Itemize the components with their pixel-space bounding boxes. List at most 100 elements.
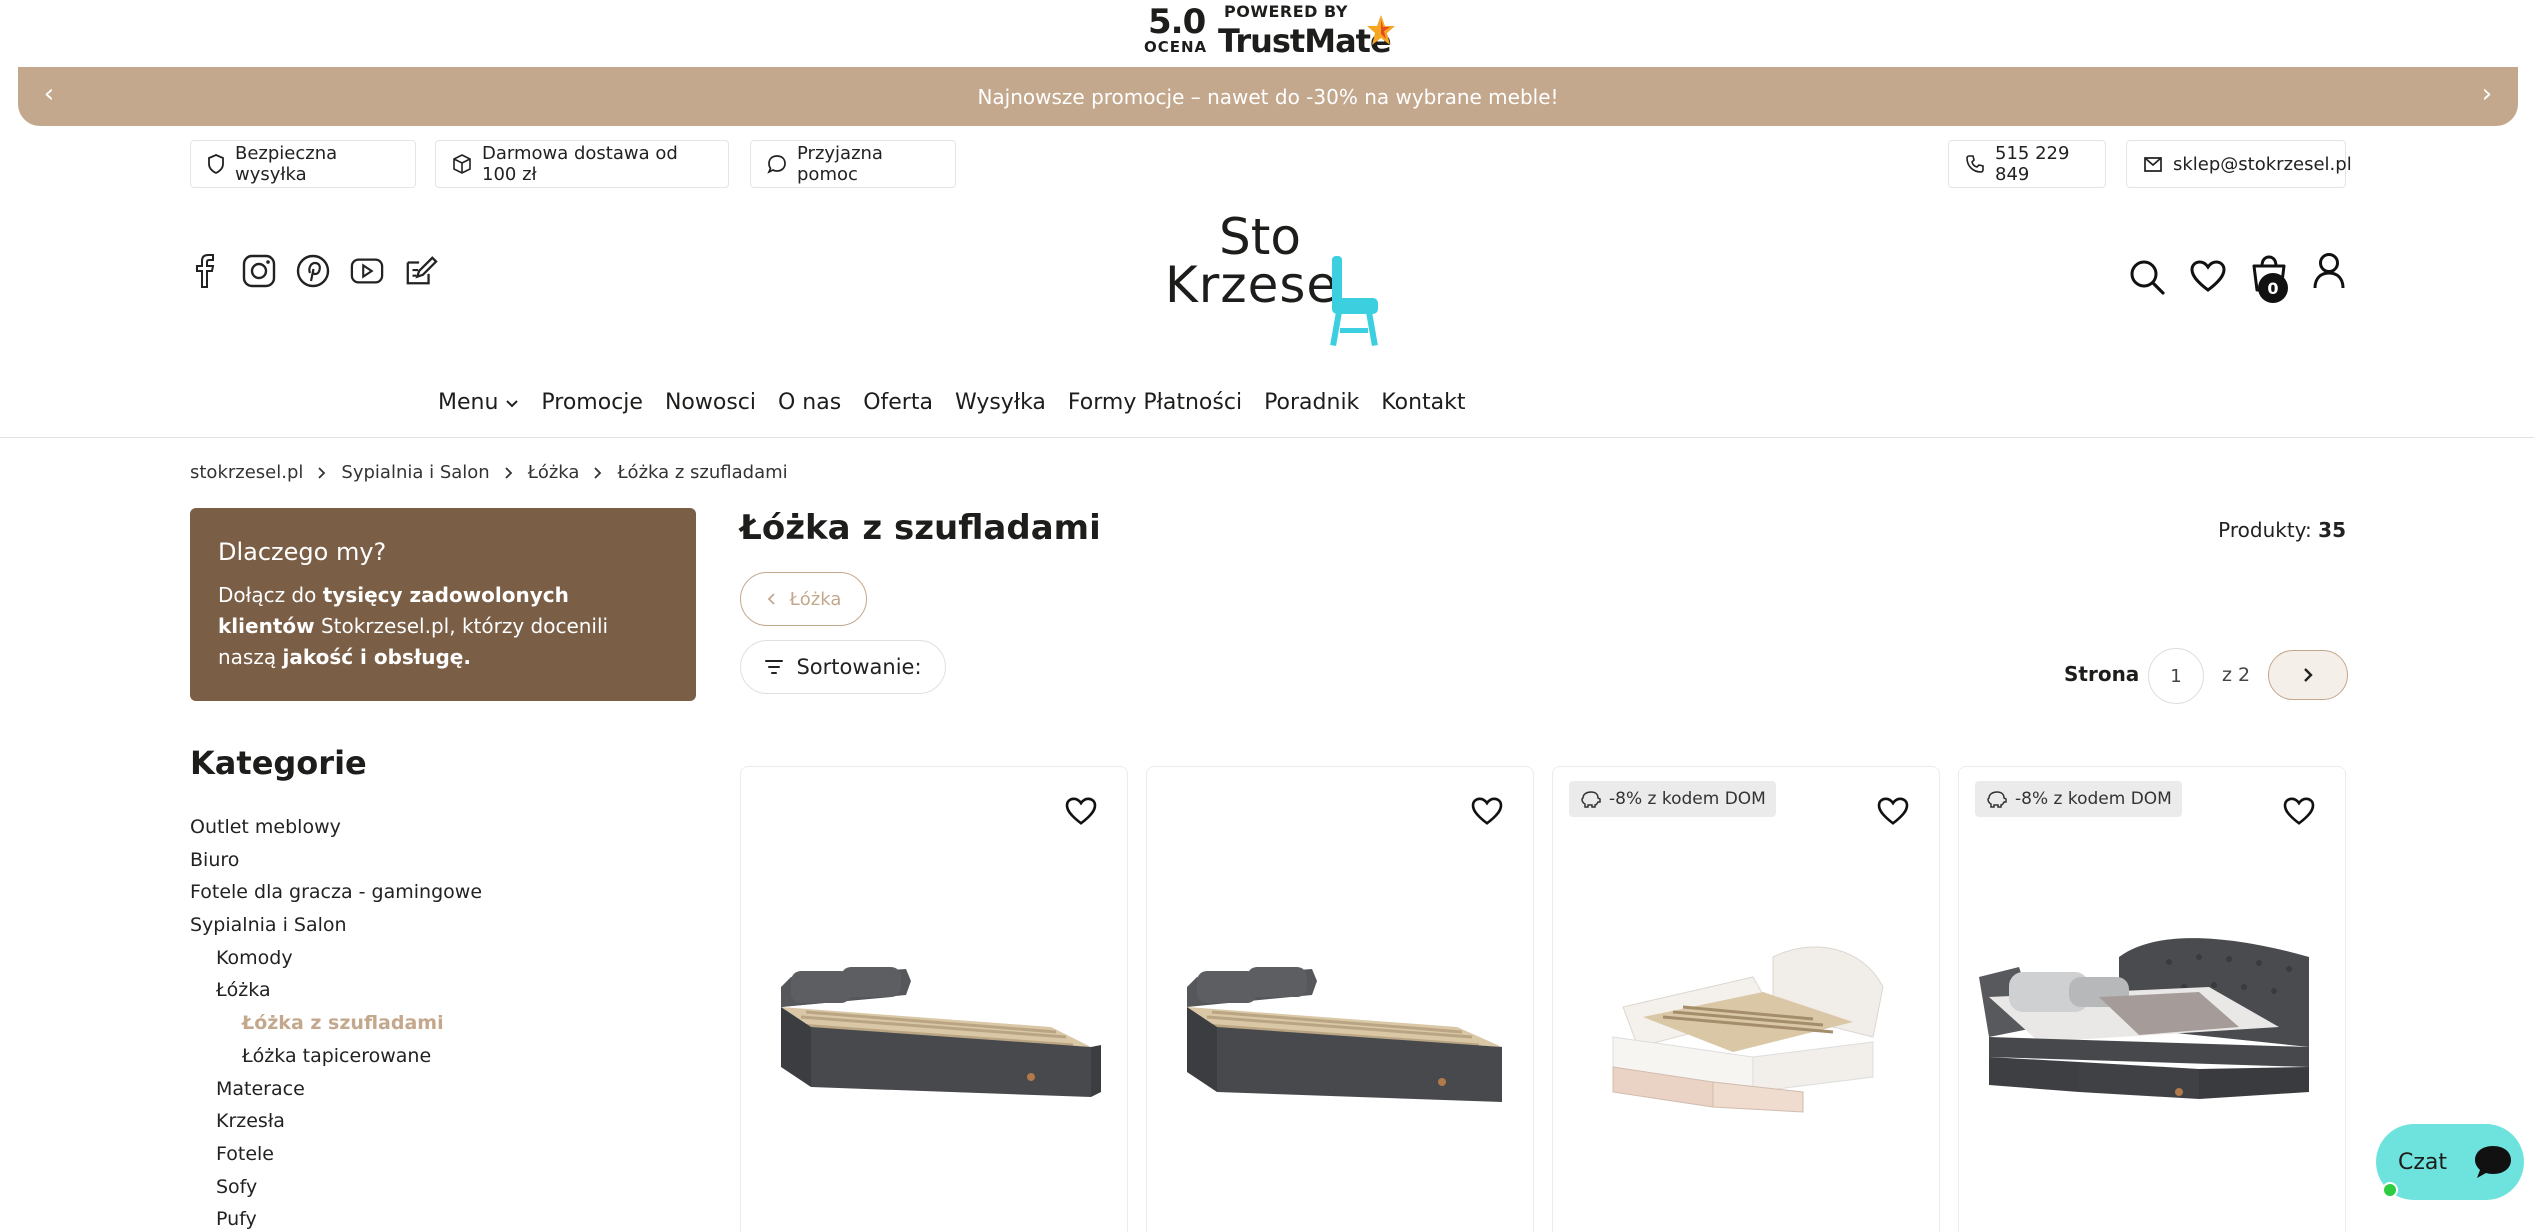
phone-icon bbox=[1966, 155, 1984, 173]
powered-by-label: POWERED BY bbox=[1224, 2, 1348, 21]
sort-button[interactable]: Sortowanie: bbox=[740, 640, 946, 694]
nav-item-nowosci[interactable]: Nowosci bbox=[665, 390, 756, 415]
search-icon[interactable] bbox=[2128, 258, 2166, 296]
pinterest-icon[interactable] bbox=[296, 252, 330, 290]
phone-number: 515 229 849 bbox=[1995, 143, 2070, 185]
chat-bubble-icon bbox=[767, 155, 786, 174]
discount-tag-text: -8% z kodem DOM bbox=[1609, 789, 1766, 809]
category-item[interactable]: Krzesła bbox=[190, 1108, 482, 1141]
nav-item-promocje[interactable]: Promocje bbox=[541, 390, 643, 415]
free-delivery-pill: Darmowa dostawa od 100 zł bbox=[435, 140, 729, 188]
chevron-right-icon bbox=[318, 466, 326, 479]
total-pages: z 2 bbox=[2222, 664, 2251, 686]
next-page-button[interactable] bbox=[2268, 650, 2348, 700]
breadcrumb-current: Łóżka z szufladami bbox=[617, 462, 788, 483]
category-item[interactable]: Łóżka bbox=[190, 977, 482, 1010]
back-to-parent-button[interactable]: Łóżka bbox=[740, 572, 867, 626]
breadcrumb-item[interactable]: Sypialnia i Salon bbox=[341, 462, 489, 483]
nav-menu-label: Menu bbox=[438, 390, 499, 415]
category-item[interactable]: Pufy bbox=[190, 1206, 482, 1232]
chat-bubble-icon bbox=[2475, 1146, 2512, 1178]
online-status-dot bbox=[2382, 1182, 2398, 1198]
page-label: Strona bbox=[2064, 662, 2140, 686]
free-delivery-label: Darmowa dostawa od 100 zł bbox=[482, 143, 678, 185]
blog-icon[interactable] bbox=[404, 252, 438, 290]
secure-shipping-pill: Bezpieczna wysyłka bbox=[190, 140, 416, 188]
promo-next-button[interactable]: › bbox=[2472, 79, 2502, 109]
account-icon[interactable] bbox=[2312, 252, 2346, 290]
site-logo[interactable]: Sto Krzese bbox=[1165, 208, 1385, 348]
discount-tag: -8% z kodem DOM bbox=[1975, 781, 2182, 817]
promo-text[interactable]: Najnowsze promocje – nawet do -30% na wy… bbox=[18, 85, 2518, 109]
chat-widget-button[interactable]: Czat bbox=[2376, 1124, 2524, 1200]
rating-score: 5.0 bbox=[1148, 2, 1206, 42]
product-image[interactable] bbox=[1573, 917, 1923, 1137]
product-image[interactable] bbox=[1979, 917, 2329, 1137]
youtube-icon[interactable] bbox=[350, 252, 384, 290]
instagram-icon[interactable] bbox=[242, 252, 276, 290]
nav-item-o-nas[interactable]: O nas bbox=[778, 390, 841, 415]
why-us-text-part: Dołącz do bbox=[218, 583, 323, 607]
page-number-input[interactable]: 1 bbox=[2148, 648, 2204, 704]
nav-item-kontakt[interactable]: Kontakt bbox=[1381, 390, 1465, 415]
product-count-value: 35 bbox=[2318, 518, 2346, 542]
secure-shipping-label: Bezpieczna wysyłka bbox=[235, 143, 338, 185]
chat-label: Czat bbox=[2398, 1149, 2448, 1175]
wishlist-heart-icon[interactable] bbox=[1471, 797, 1503, 825]
chevron-right-icon bbox=[2304, 668, 2313, 682]
chair-logo-icon bbox=[1330, 256, 1378, 347]
phone-pill[interactable]: 515 229 849 bbox=[1948, 140, 2106, 188]
breadcrumb-item[interactable]: Łóżka bbox=[528, 462, 580, 483]
product-card[interactable] bbox=[1146, 766, 1534, 1232]
product-card[interactable]: -8% z kodem DOM bbox=[1958, 766, 2346, 1232]
category-item[interactable]: Materace bbox=[190, 1076, 482, 1109]
why-us-title: Dlaczego my? bbox=[218, 538, 387, 566]
wishlist-heart-icon[interactable] bbox=[1065, 797, 1097, 825]
breadcrumb-item[interactable]: stokrzesel.pl bbox=[190, 462, 303, 483]
product-card[interactable]: -8% z kodem DOM bbox=[1552, 766, 1940, 1232]
category-item[interactable]: Łóżka tapicerowane bbox=[190, 1043, 482, 1076]
category-item-active[interactable]: Łóżka z szufladami bbox=[190, 1010, 482, 1043]
category-item[interactable]: Komody bbox=[190, 945, 482, 978]
facebook-icon[interactable] bbox=[188, 252, 222, 290]
back-button-label: Łóżka bbox=[789, 588, 842, 610]
nav-item-oferta[interactable]: Oferta bbox=[863, 390, 933, 415]
nav-menu[interactable]: Menu bbox=[438, 390, 519, 415]
trustmate-badge[interactable]: 5.0 OCENA POWERED BY TrustMate bbox=[1140, 0, 1400, 66]
promo-banner: ‹ Najnowsze promocje – nawet do -30% na … bbox=[18, 67, 2518, 126]
nav-item-wysylka[interactable]: Wysyłka bbox=[955, 390, 1046, 415]
category-list: Outlet meblowy Biuro Fotele dla gracza -… bbox=[190, 814, 482, 1232]
pagination: Strona 1 z 2 bbox=[2064, 648, 2348, 704]
product-count-label: Produkty: bbox=[2218, 518, 2312, 542]
category-item[interactable]: Biuro bbox=[190, 847, 482, 880]
trustmate-logo: TrustMate bbox=[1218, 22, 1392, 60]
chevron-right-icon bbox=[505, 466, 512, 479]
category-item[interactable]: Outlet meblowy bbox=[190, 814, 482, 847]
category-item[interactable]: Sypialnia i Salon bbox=[190, 912, 482, 945]
nav-divider bbox=[0, 437, 2534, 438]
category-item[interactable]: Fotele dla gracza - gamingowe bbox=[190, 879, 482, 912]
product-image[interactable] bbox=[761, 917, 1111, 1137]
shield-icon bbox=[208, 154, 224, 174]
wishlist-heart-icon[interactable] bbox=[1877, 797, 1909, 825]
product-image[interactable] bbox=[1167, 917, 1517, 1137]
filter-lines-icon bbox=[765, 660, 784, 674]
category-item[interactable]: Fotele bbox=[190, 1141, 482, 1174]
nav-item-formy-platnosci[interactable]: Formy Płatności bbox=[1068, 390, 1242, 415]
category-item[interactable]: Sofy bbox=[190, 1174, 482, 1207]
wishlist-heart-icon[interactable] bbox=[2190, 260, 2226, 292]
chevron-right-icon bbox=[594, 466, 602, 479]
friendly-help-pill: Przyjazna pomoc bbox=[750, 140, 956, 188]
why-us-text: Dołącz do tysięcy zadowolonych klientów … bbox=[218, 580, 668, 673]
rating-label: OCENA bbox=[1144, 38, 1208, 56]
social-links bbox=[188, 252, 438, 290]
email-pill[interactable]: sklep@stokrzesel.pl bbox=[2126, 140, 2352, 188]
nav-item-poradnik[interactable]: Poradnik bbox=[1264, 390, 1359, 415]
logo-line-2: Krzese bbox=[1165, 256, 1339, 314]
email-address: sklep@stokrzesel.pl bbox=[2173, 153, 2352, 175]
wishlist-heart-icon[interactable] bbox=[2283, 797, 2315, 825]
mail-icon bbox=[2144, 157, 2162, 172]
box-icon bbox=[453, 154, 471, 174]
product-card[interactable] bbox=[740, 766, 1128, 1232]
cart-count-badge: 0 bbox=[2258, 273, 2288, 303]
